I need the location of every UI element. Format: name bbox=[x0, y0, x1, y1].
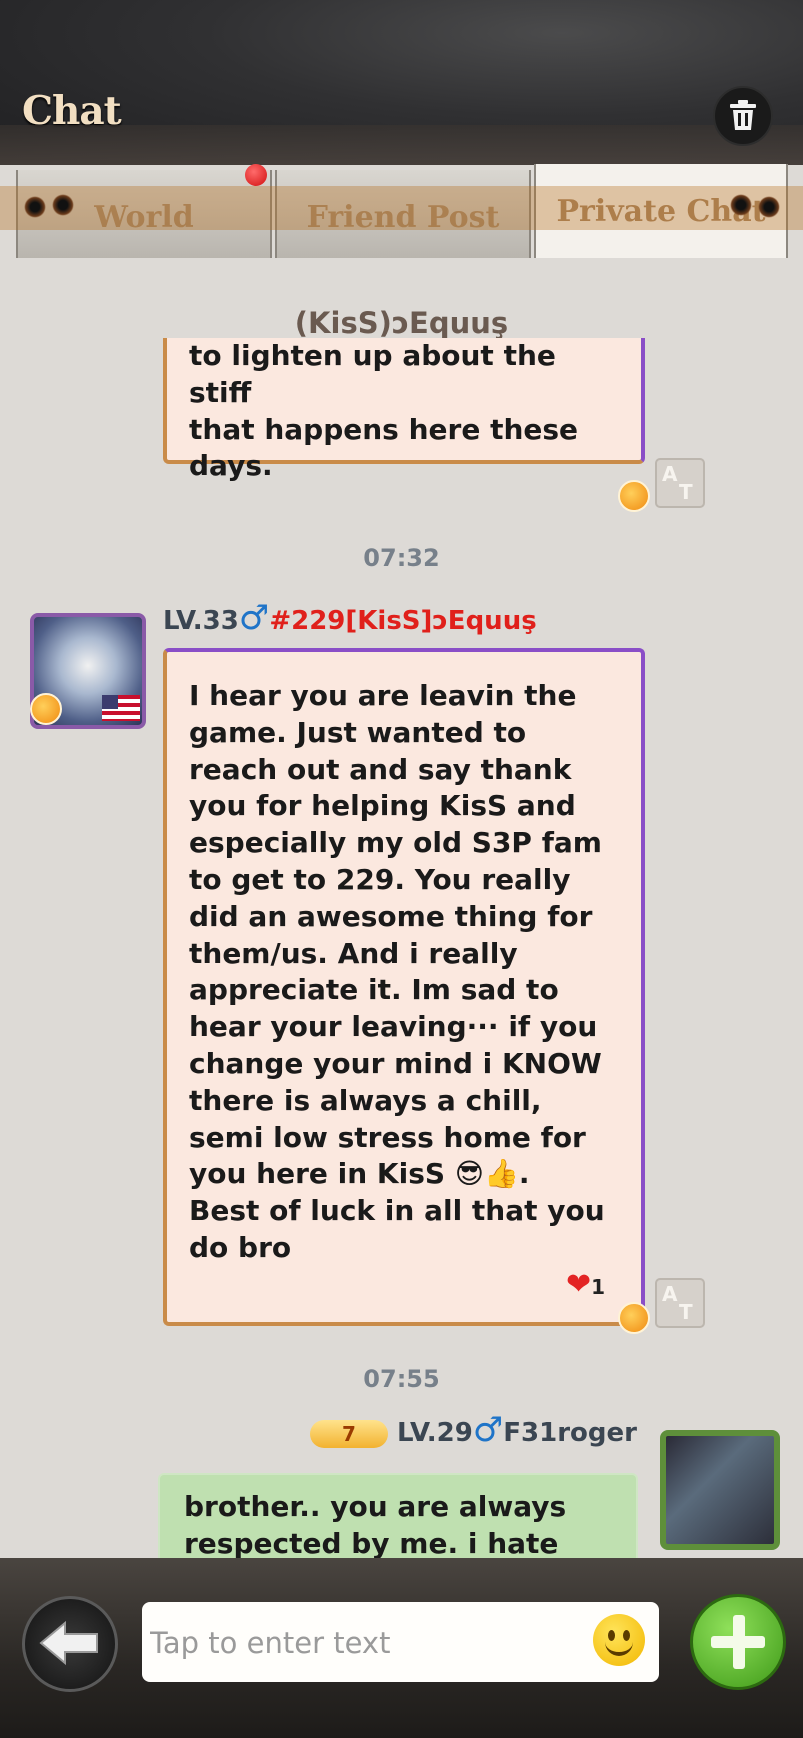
message-bubble[interactable]: I hear you are leavin the game. Just wan… bbox=[163, 648, 645, 1326]
male-gender-icon: ♂ bbox=[238, 598, 270, 638]
male-gender-icon: ♂ bbox=[472, 1410, 504, 1450]
translate-icon: T bbox=[679, 1300, 693, 1324]
trash-icon bbox=[730, 100, 756, 130]
translate-icon: A bbox=[662, 1282, 678, 1306]
message-timestamp: 07:32 bbox=[363, 544, 440, 572]
emoji-button[interactable] bbox=[593, 1614, 645, 1666]
bullet-hole-icon bbox=[730, 194, 752, 216]
bullet-hole-icon bbox=[758, 196, 780, 218]
translate-button[interactable]: A T bbox=[655, 1278, 705, 1328]
us-flag-icon bbox=[102, 695, 140, 721]
translate-icon: A bbox=[662, 462, 678, 486]
own-message-bubble[interactable]: brother.. you are always respected by me… bbox=[158, 1473, 638, 1558]
message-text: to lighten up about the stiff that happe… bbox=[189, 339, 579, 483]
orange-sticker-icon bbox=[618, 1302, 650, 1334]
orange-sticker-icon bbox=[618, 480, 650, 512]
sender-level: LV.33 bbox=[163, 606, 239, 636]
back-button[interactable] bbox=[22, 1596, 118, 1692]
add-button[interactable] bbox=[690, 1594, 786, 1690]
input-bar bbox=[0, 1558, 803, 1738]
translate-button[interactable]: A T bbox=[655, 458, 705, 508]
notification-dot-icon bbox=[245, 164, 267, 186]
avatar[interactable] bbox=[660, 1430, 780, 1550]
sender-level: LV.29 bbox=[396, 1418, 473, 1448]
message-text: I hear you are leavin the game. Just wan… bbox=[189, 679, 605, 1264]
orange-sticker-icon bbox=[30, 693, 62, 725]
bullet-hole-icon bbox=[24, 196, 46, 218]
back-arrow-icon bbox=[39, 1620, 98, 1666]
sender-info: LV.33♂#229[KisS]ↄEquuş bbox=[163, 598, 537, 638]
translate-icon: T bbox=[679, 480, 693, 504]
message-input-box[interactable] bbox=[142, 1602, 659, 1684]
chat-messages-area[interactable]: (KisS)ↄEquuş to lighten up about the sti… bbox=[0, 258, 803, 1558]
sender-name[interactable]: F31roger bbox=[503, 1418, 637, 1448]
message-text: brother.. you are always respected by me… bbox=[184, 1490, 567, 1558]
bullet-hole-icon bbox=[52, 194, 74, 216]
sender-name[interactable]: #229[KisS]ↄEquuş bbox=[269, 606, 536, 636]
smiley-icon bbox=[605, 1638, 633, 1656]
message-timestamp: 07:55 bbox=[363, 1365, 440, 1393]
conversation-title: (KisS)ↄEquuş bbox=[294, 306, 509, 340]
sender-info: 7 LV.29♂F31roger bbox=[309, 1410, 637, 1450]
reaction[interactable]: ❤1 bbox=[566, 1267, 605, 1302]
message-bubble[interactable]: to lighten up about the stiff that happe… bbox=[163, 338, 645, 482]
vip-badge: 7 bbox=[309, 1419, 388, 1448]
reaction-count: 1 bbox=[591, 1275, 606, 1299]
page-title: Chat bbox=[22, 88, 122, 134]
chat-tabs: World Friend Post Private Chat bbox=[0, 162, 803, 258]
tab-friend-post[interactable]: Friend Post bbox=[275, 170, 531, 258]
header-bar: Chat bbox=[0, 0, 803, 165]
heart-icon: ❤ bbox=[566, 1267, 592, 1302]
delete-chat-button[interactable] bbox=[713, 86, 773, 146]
tab-friend-post-label: Friend Post bbox=[306, 200, 500, 235]
message-input[interactable] bbox=[148, 1602, 572, 1684]
tab-world[interactable]: World bbox=[16, 170, 272, 258]
